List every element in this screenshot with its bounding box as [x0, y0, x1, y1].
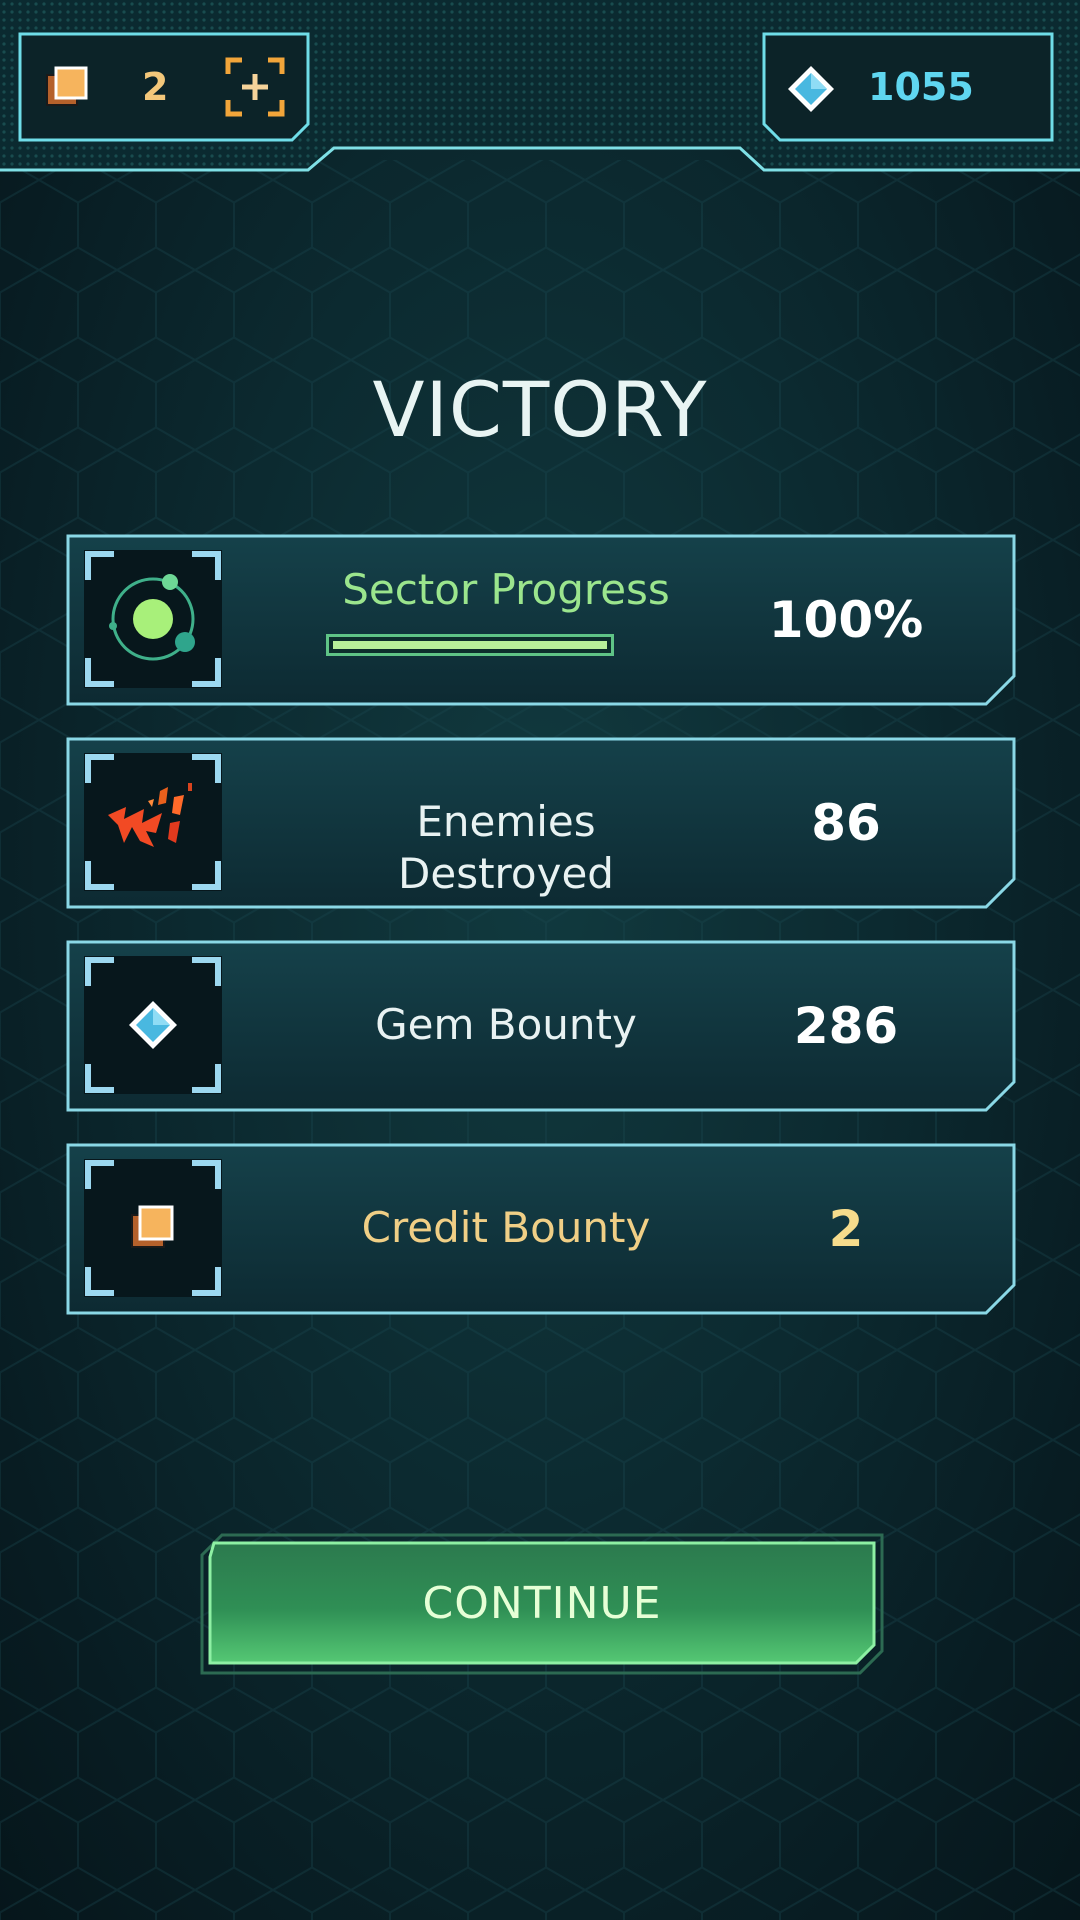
stat-row-sector-progress: Sector Progress 100% — [66, 534, 1016, 706]
top-status-bar: 2 1055 — [0, 0, 1080, 175]
continue-button[interactable]: CONTINUE — [200, 1533, 884, 1675]
stat-value: 286 — [793, 997, 899, 1055]
stat-row-enemies-destroyed: Enemies Destroyed 86 — [66, 737, 1016, 909]
gem-icon — [84, 956, 222, 1094]
add-credits-button[interactable] — [224, 56, 286, 118]
stat-label: Credit Bounty — [361, 1203, 651, 1252]
planet-orbit-icon — [84, 550, 222, 688]
explosion-debris-icon — [84, 753, 222, 891]
stat-label: Sector Progress — [342, 565, 670, 614]
gems-value: 1055 — [868, 65, 974, 109]
credit-stack-icon — [84, 1159, 222, 1297]
gem-icon — [786, 64, 836, 114]
stat-value: 86 — [811, 794, 881, 852]
stat-row-credit-bounty: Credit Bounty 2 — [66, 1143, 1016, 1315]
sector-progress-bar — [326, 634, 614, 656]
stat-value: 100% — [768, 591, 924, 649]
progress-fill — [333, 641, 607, 649]
stat-value: 2 — [828, 1200, 864, 1258]
stat-row-gem-bounty: Gem Bounty 286 — [66, 940, 1016, 1112]
credits-counter: 2 — [18, 32, 310, 142]
continue-label: CONTINUE — [422, 1578, 662, 1629]
stat-label: Enemies Destroyed — [398, 797, 614, 898]
victory-title: VICTORY — [372, 365, 708, 454]
gems-counter: 1055 — [762, 32, 1054, 142]
stat-label: Gem Bounty — [375, 1000, 637, 1049]
credits-value: 2 — [142, 65, 169, 109]
credit-stack-icon — [44, 65, 90, 111]
